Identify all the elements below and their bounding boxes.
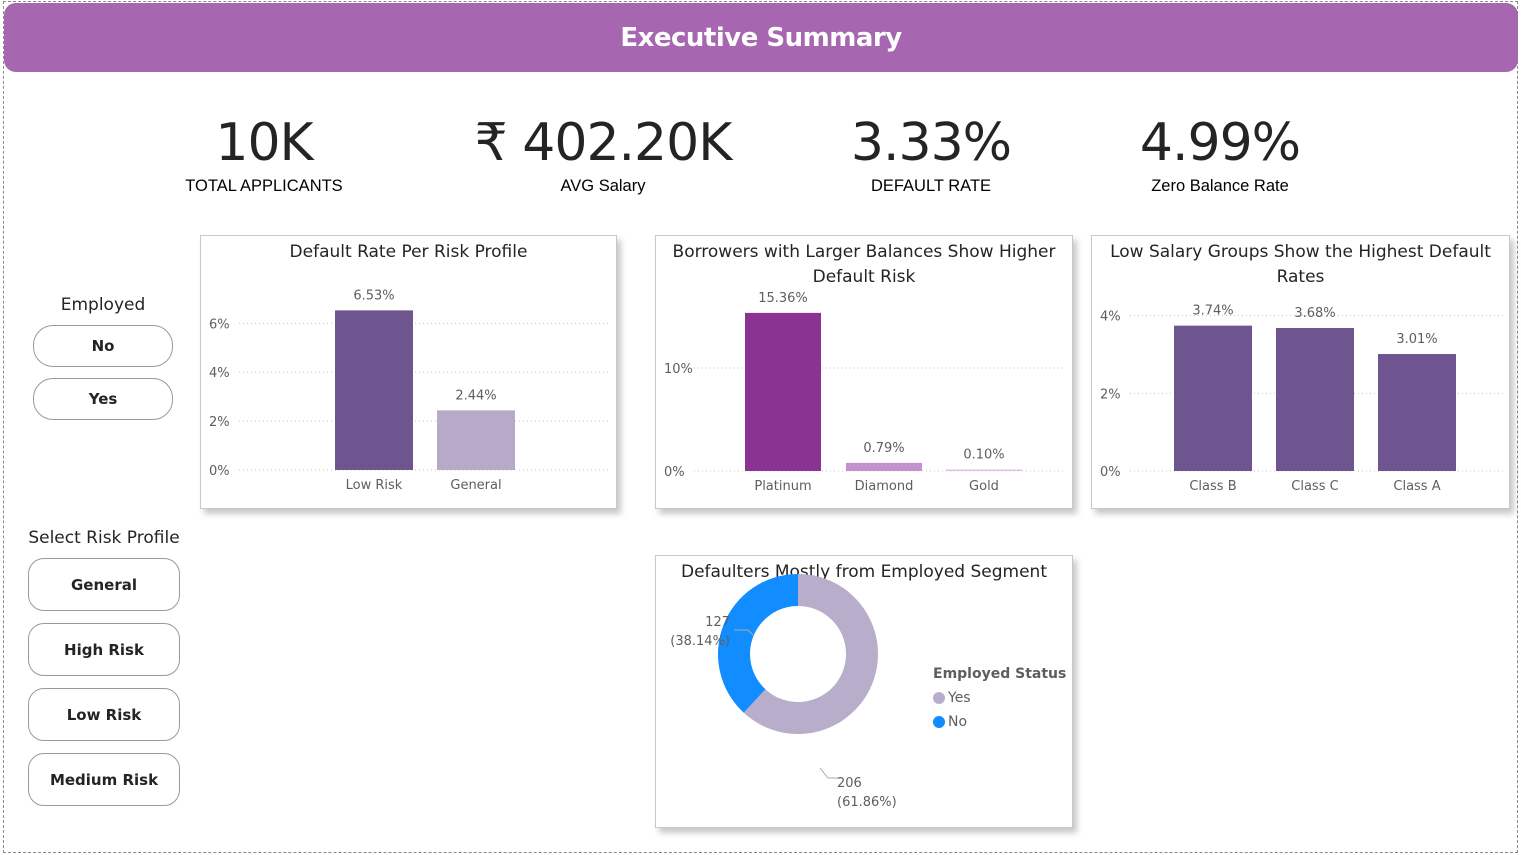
data-label: 15.36% [758,291,808,306]
kpi-value: 3.33% [850,113,1012,173]
kpi-value: ₹ 402.20K [474,113,733,173]
header-banner: Executive Summary [4,3,1518,72]
x-tick-label: Low Risk [346,478,403,493]
bar-chart-svg: 0% 2% 4% 3.74% Class B 3.68% Class C 3.01% Class… [1100,304,1503,494]
data-label-yes-count: 206 [837,776,862,791]
bar [846,462,922,471]
legend-label: Yes [948,690,971,706]
donut-slice-no [718,574,798,713]
legend-dot-no [933,716,945,728]
bar [946,469,1022,471]
y-tick-label: 10% [664,362,693,377]
kpi-value: 10K [215,113,313,173]
chart-salary-groups-default[interactable]: Low Salary Groups Show the Highest Defau… [1091,235,1510,509]
legend-title: Employed Status [933,666,1067,682]
data-label: 0.79% [863,441,904,456]
bar-chart-svg: 0% 10% 15.36% Platinum 0.79% Diamond 0.10% Gold [664,291,1066,494]
risk-option-high-risk[interactable]: High Risk [28,623,180,676]
legend-item-yes[interactable]: Yes [933,690,1066,706]
legend-dot-yes [933,692,945,704]
kpi-avg-salary: ₹ 402.20K AVG Salary [468,110,738,196]
data-label-yes-percent: (61.86%) [837,795,897,810]
x-tick-label: General [450,478,501,493]
y-tick-label: 4% [1100,310,1121,325]
risk-slicer-title: Select Risk Profile [28,528,180,548]
kpi-value: 4.99% [1139,113,1301,173]
bar [437,410,515,470]
data-label: 6.53% [353,288,394,303]
risk-option-medium-risk[interactable]: Medium Risk [28,753,180,806]
page-title: Executive Summary [620,22,902,53]
kpi-zero-balance-rate: 4.99% Zero Balance Rate [1120,110,1320,196]
risk-option-general[interactable]: General [28,558,180,611]
bar [335,310,413,470]
data-label-no-count: 127 [705,615,730,630]
bar [1276,327,1354,471]
data-label: 2.44% [455,388,496,403]
x-tick-label: Class A [1393,479,1440,494]
bar [1378,354,1456,471]
y-tick-label: 0% [1100,465,1121,480]
risk-option-low-risk[interactable]: Low Risk [28,688,180,741]
y-tick-label: 2% [209,415,230,430]
kpi-label: TOTAL APPLICANTS [185,177,343,195]
bar [1174,325,1252,471]
chart-balances-default-risk[interactable]: Borrowers with Larger Balances Show High… [655,235,1073,509]
kpi-label: DEFAULT RATE [870,177,992,195]
y-tick-label: 2% [1100,387,1121,402]
x-tick-label: Diamond [855,479,914,494]
y-tick-label: 4% [209,366,230,381]
data-label-no-percent: (38.14%) [670,634,730,649]
kpi-label: AVG Salary [560,177,646,195]
x-tick-label: Platinum [754,479,811,494]
legend-label: No [948,714,968,730]
employed-option-yes[interactable]: Yes [33,378,173,420]
data-label: 0.10% [963,448,1004,463]
data-label: 3.01% [1396,332,1437,347]
y-tick-label: 0% [209,464,230,479]
bar [745,312,821,471]
x-tick-label: Gold [969,479,999,494]
legend-item-no[interactable]: No [933,714,1066,730]
data-label: 3.68% [1294,306,1335,321]
data-label: 3.74% [1192,304,1233,319]
chart-default-rate-per-risk-profile[interactable]: Default Rate Per Risk Profile 0% 2% 4% 6% 6.… [200,235,617,509]
employed-slicer-title: Employed [60,295,146,315]
kpi-label: Zero Balance Rate [1151,177,1289,195]
x-tick-label: Class B [1189,479,1236,494]
kpi-default-rate: 3.33% DEFAULT RATE [831,110,1031,196]
y-tick-label: 6% [209,317,230,332]
x-tick-label: Class C [1291,479,1338,494]
kpi-total-applicants: 10K TOTAL APPLICANTS [164,110,364,196]
y-tick-label: 0% [664,465,685,480]
employed-option-no[interactable]: No [33,325,173,367]
donut-legend: Employed Status Yes No [933,666,1066,730]
chart-defaulters-employed-segment[interactable]: Defaulters Mostly from Employed Segment … [655,555,1073,828]
bar-chart-svg: 0% 2% 4% 6% 6.53% Low Risk 2.44% General [209,288,611,493]
